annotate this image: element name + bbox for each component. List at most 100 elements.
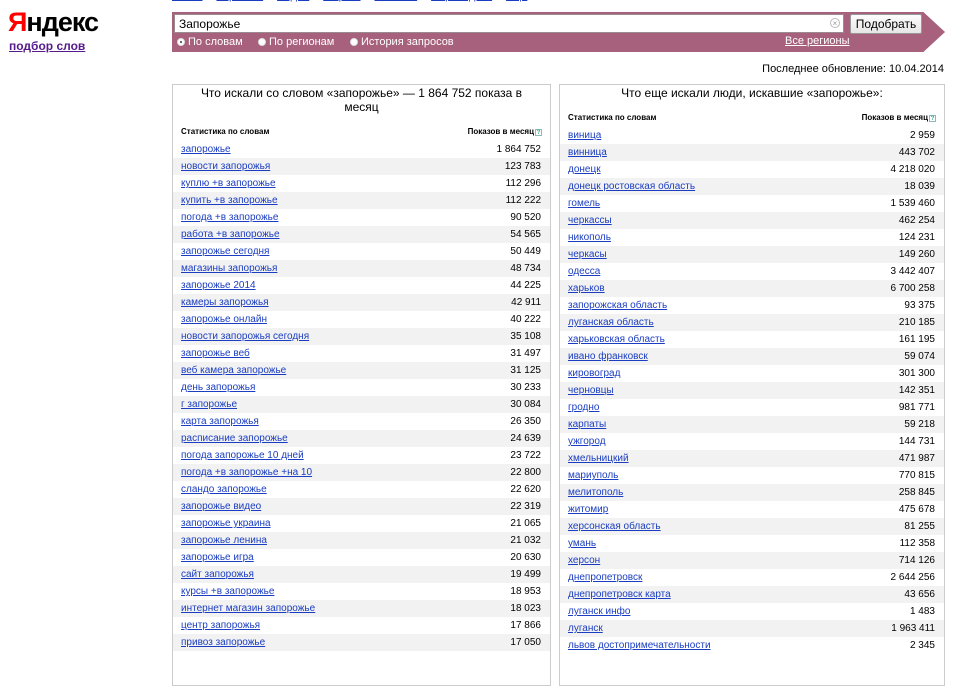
table-row: сайт запорожья 19 499: [173, 566, 550, 583]
top-nav-link[interactable]: Переводчик: [431, 0, 492, 2]
keyword-link[interactable]: херсонская область: [568, 521, 661, 532]
table-row: камеры запорожья 42 911: [173, 294, 550, 311]
keyword-link[interactable]: запорожье 2014: [181, 280, 256, 291]
all-regions-link[interactable]: Все регионы: [785, 35, 850, 47]
keyword-link[interactable]: запорожье игра: [181, 552, 254, 563]
keyword-link[interactable]: камеры запорожья: [181, 297, 269, 308]
keyword-link[interactable]: виница: [568, 130, 601, 141]
top-nav-link[interactable]: Маркет: [323, 0, 360, 2]
keyword-link[interactable]: новости запорожья: [181, 161, 270, 172]
keyword-link[interactable]: харьковская область: [568, 334, 665, 345]
top-nav-link[interactable]: Картинки: [216, 0, 263, 2]
service-name-link[interactable]: подбор слов: [9, 39, 85, 53]
keyword-link[interactable]: никополь: [568, 232, 611, 243]
keyword-link[interactable]: день запорожья: [181, 382, 255, 393]
keyword-link[interactable]: луганская область: [568, 317, 654, 328]
keyword-link[interactable]: донецк ростовская область: [568, 181, 695, 192]
top-nav-link[interactable]: Поиск: [172, 0, 202, 2]
table-row: новости запорожья сегодня 35 108: [173, 328, 550, 345]
keyword-link[interactable]: центр запорожья: [181, 620, 260, 631]
keyword-link[interactable]: погода +в запорожье: [181, 212, 278, 223]
keyword-link[interactable]: сайт запорожья: [181, 569, 254, 580]
table-row: веб камера запорожье 31 125: [173, 362, 550, 379]
keyword-link[interactable]: карта запорожья: [181, 416, 259, 427]
keyword-link[interactable]: карпаты: [568, 419, 606, 430]
table-row: центр запорожья 17 866: [173, 617, 550, 634]
keyword-link[interactable]: курсы +в запорожье: [181, 586, 274, 597]
keyword-link[interactable]: гомель: [568, 198, 600, 209]
help-icon[interactable]: ?: [535, 129, 542, 136]
radio-by-regions[interactable]: По регионам: [258, 36, 334, 48]
top-nav-link[interactable]: Новости: [375, 0, 418, 2]
keyword-link[interactable]: погода запорожье 10 дней: [181, 450, 304, 461]
keyword-link[interactable]: винница: [568, 147, 607, 158]
keyword-link[interactable]: запорожье онлайн: [181, 314, 267, 325]
keyword-link[interactable]: запорожье украина: [181, 518, 271, 529]
keyword-link[interactable]: львов достопримечательности: [568, 640, 711, 651]
keyword-link[interactable]: кировоград: [568, 368, 620, 379]
shows-count: 124 231: [898, 232, 935, 243]
shows-count: 112 358: [899, 538, 935, 549]
keyword-link[interactable]: одесса: [568, 266, 600, 277]
keyword-link[interactable]: работа +в запорожье: [181, 229, 280, 240]
keyword-link[interactable]: харьков: [568, 283, 605, 294]
related-table: виница 2 959 винница 443 702 донецк 4 218 020…: [560, 127, 944, 654]
keyword-link[interactable]: запорожье видео: [181, 501, 261, 512]
clear-icon[interactable]: ×: [830, 18, 840, 28]
shows-count: 40 222: [510, 314, 541, 325]
words-panel: Что искали со словом «запорожье» — 1 864…: [172, 84, 551, 686]
keyword-link[interactable]: донецк: [568, 164, 601, 175]
keyword-link[interactable]: днепропетровск: [568, 572, 642, 583]
keyword-link[interactable]: купить +в запорожье: [181, 195, 278, 206]
top-nav-link[interactable]: ещё: [506, 0, 527, 2]
keyword-link[interactable]: черновцы: [568, 385, 614, 396]
keyword-link[interactable]: сландо запорожье: [181, 484, 267, 495]
shows-count: 44 225: [510, 280, 541, 291]
keyword-link[interactable]: херсон: [568, 555, 600, 566]
radio-history[interactable]: История запросов: [350, 36, 454, 48]
keyword-link[interactable]: расписание запорожье: [181, 433, 288, 444]
top-nav-link[interactable]: Видео: [277, 0, 309, 2]
keyword-link[interactable]: умань: [568, 538, 596, 549]
keyword-link[interactable]: привоз запорожье: [181, 637, 265, 648]
keyword-link[interactable]: веб камера запорожье: [181, 365, 286, 376]
shows-count: 714 126: [898, 555, 935, 566]
table-row: мелитополь 258 845: [560, 484, 944, 501]
keyword-link[interactable]: запорожье: [181, 144, 231, 155]
table-row: харьков 6 700 258: [560, 280, 944, 297]
keyword-link[interactable]: ивано франковск: [568, 351, 648, 362]
keyword-link[interactable]: интернет магазин запорожье: [181, 603, 315, 614]
keyword-link[interactable]: запорожье сегодня: [181, 246, 269, 257]
submit-button[interactable]: Подобрать: [850, 14, 922, 34]
keyword-link[interactable]: г запорожье: [181, 399, 237, 410]
keyword-link[interactable]: гродно: [568, 402, 599, 413]
table-row: купить +в запорожье 112 222: [173, 192, 550, 209]
keyword-link[interactable]: куплю +в запорожье: [181, 178, 276, 189]
keyword-link[interactable]: черкасы: [568, 249, 607, 260]
help-icon[interactable]: ?: [929, 115, 936, 122]
keyword-link[interactable]: погода +в запорожье +на 10: [181, 467, 312, 478]
keyword-link[interactable]: днепропетровск карта: [568, 589, 671, 600]
keyword-link[interactable]: хмельницкий: [568, 453, 629, 464]
keyword-link[interactable]: мариуполь: [568, 470, 618, 481]
keyword-link[interactable]: ужгород: [568, 436, 606, 447]
shows-count: 2 644 256: [890, 572, 936, 583]
shows-count: 770 815: [898, 470, 935, 481]
keyword-link[interactable]: луганск: [568, 623, 603, 634]
logo-first-letter: Я: [8, 7, 27, 37]
keyword-link[interactable]: запорожская область: [568, 300, 667, 311]
yandex-logo[interactable]: Яндекс: [8, 7, 99, 37]
radio-by-words[interactable]: По словам: [177, 36, 243, 48]
keyword-link[interactable]: луганск инфо: [568, 606, 630, 617]
keyword-link[interactable]: магазины запорожья: [181, 263, 277, 274]
shows-count: 26 350: [510, 416, 541, 427]
keyword-link[interactable]: житомир: [568, 504, 608, 515]
keyword-link[interactable]: мелитополь: [568, 487, 623, 498]
keyword-link[interactable]: черкассы: [568, 215, 612, 226]
keyword-link[interactable]: запорожье ленина: [181, 535, 267, 546]
search-input[interactable]: Запорожье ×: [174, 14, 844, 33]
table-row: погода +в запорожье 90 520: [173, 209, 550, 226]
keyword-link[interactable]: запорожье веб: [181, 348, 250, 359]
keyword-link[interactable]: новости запорожья сегодня: [181, 331, 309, 342]
shows-count: 1 864 752: [496, 144, 542, 155]
